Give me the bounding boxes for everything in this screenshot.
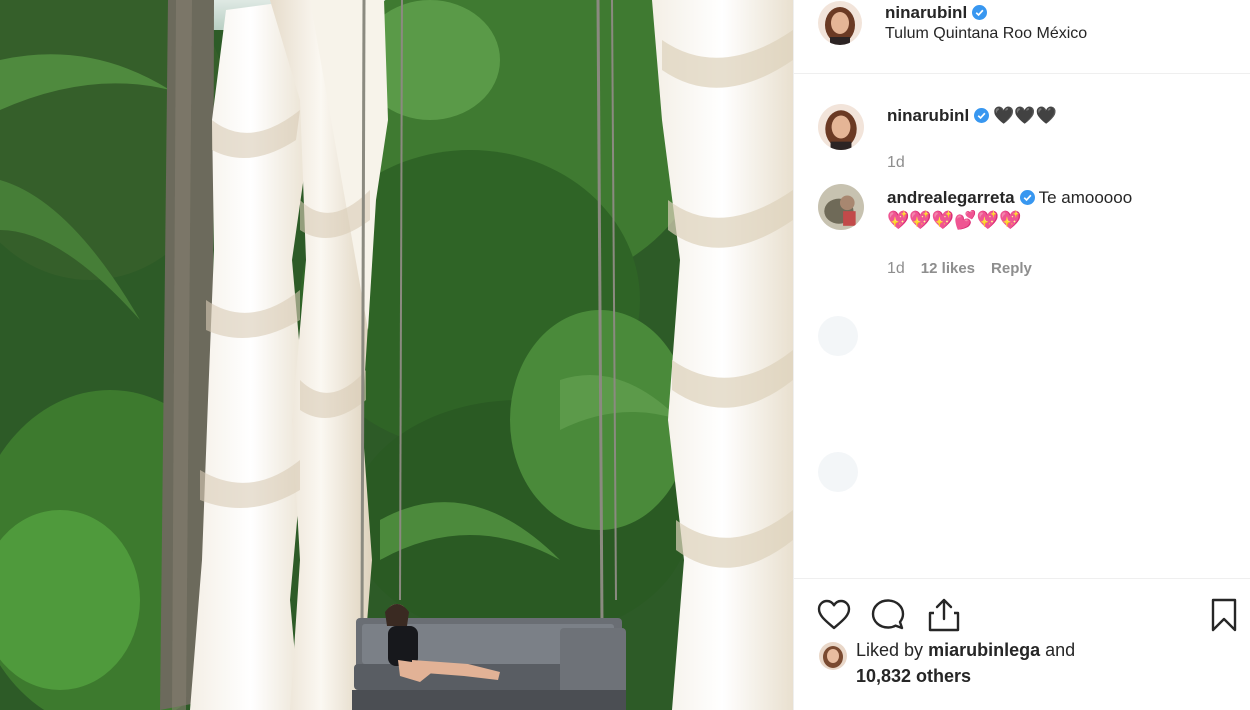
comment-likes[interactable]: 12 likes: [921, 260, 975, 277]
loading-placeholder: [818, 316, 858, 356]
post-header: ninarubinl Tulum Quintana Roo México: [794, 0, 1250, 74]
liked-by-connector: and: [1045, 640, 1076, 660]
author-avatar[interactable]: [818, 1, 862, 45]
reply-button[interactable]: Reply: [991, 260, 1032, 277]
verified-badge-icon: [972, 5, 988, 20]
comment-text: Te amooooo: [1038, 188, 1133, 207]
comment-text: 🖤🖤🖤: [993, 106, 1057, 125]
avatar-image: [819, 642, 847, 670]
liked-by-line: Liked by miarubinlega and: [856, 640, 1075, 661]
comment-time[interactable]: 1d: [887, 260, 905, 277]
comment-emoji-line: 💖💖💖💕💖💖: [887, 210, 1022, 230]
comment-time[interactable]: 1d: [887, 154, 905, 171]
verified-badge-icon: [974, 108, 990, 123]
loading-placeholder: [818, 452, 858, 492]
liked-by-avatar[interactable]: [819, 642, 847, 670]
comment-username[interactable]: andrealegarreta: [887, 188, 1015, 207]
comment-bubble-icon[interactable]: [870, 597, 906, 633]
author-username-text[interactable]: ninarubinl: [885, 3, 967, 22]
likes-count[interactable]: 10,832 others: [856, 666, 971, 687]
post-location[interactable]: Tulum Quintana Roo México: [885, 25, 1087, 43]
heart-icon[interactable]: [816, 597, 852, 633]
commenter-avatar[interactable]: [818, 104, 864, 150]
author-username[interactable]: ninarubinl: [885, 3, 988, 23]
liked-by-prefix: Liked by: [856, 640, 924, 660]
verified-badge-icon: [1019, 190, 1035, 205]
avatar-image: [818, 184, 864, 230]
liked-by-user[interactable]: miarubinlega: [928, 640, 1040, 660]
commenter-avatar[interactable]: [818, 184, 864, 230]
comment-line: andrealegarreta Te amooooo: [887, 188, 1132, 208]
jungle-swing-photo: [0, 0, 793, 710]
comment-line: ninarubinl 🖤🖤🖤: [887, 106, 1057, 126]
post-detail-panel: ninarubinl Tulum Quintana Roo México nin…: [793, 0, 1250, 710]
avatar-image: [818, 104, 864, 150]
avatar-image: [818, 1, 862, 45]
comment-meta: 1d: [887, 154, 905, 172]
share-icon[interactable]: [926, 597, 962, 633]
comment-username[interactable]: ninarubinl: [887, 106, 969, 125]
bookmark-icon[interactable]: [1206, 597, 1242, 633]
comment-meta: 1d 12 likes Reply: [887, 260, 1032, 278]
post-photo[interactable]: [0, 0, 793, 710]
